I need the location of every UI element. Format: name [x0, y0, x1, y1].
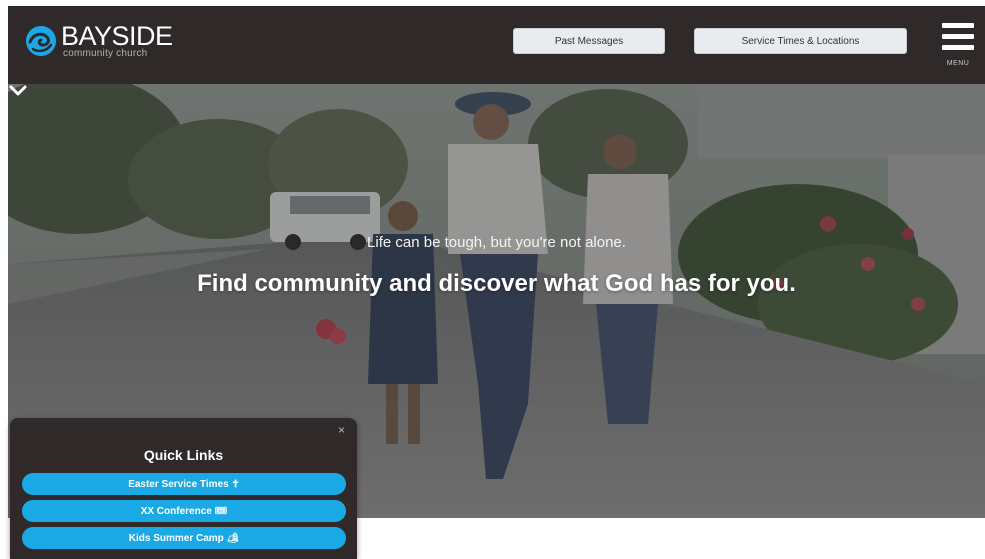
- hamburger-icon-bar: [942, 34, 974, 39]
- easter-service-times-button[interactable]: Easter Service Times ✝: [22, 473, 346, 495]
- logo-subtitle: community church: [63, 48, 148, 59]
- bayside-wave-logo-icon: [26, 26, 56, 56]
- kids-summer-camp-button[interactable]: Kids Summer Camp 🏕: [22, 527, 346, 549]
- site-header: BAYSIDE community church Past Messages S…: [8, 6, 985, 84]
- hamburger-icon: [942, 23, 974, 28]
- hamburger-icon-bar: [942, 45, 974, 50]
- close-icon[interactable]: ×: [338, 423, 345, 437]
- chevron-down-icon[interactable]: [8, 84, 28, 98]
- quick-links-title: Quick Links: [143, 447, 224, 463]
- page: BAYSIDE community church Past Messages S…: [0, 0, 985, 559]
- hero-tagline: Life can be tough, but you're not alone.: [367, 234, 626, 251]
- xx-conference-button[interactable]: XX Conference 🎟: [22, 500, 346, 522]
- logo-name: BAYSIDE: [61, 21, 173, 51]
- menu-button[interactable]: MENU: [938, 21, 976, 69]
- logo[interactable]: BAYSIDE community church: [24, 23, 173, 59]
- menu-label: MENU: [946, 60, 970, 67]
- hero-headline: Find community and discover what God has…: [197, 270, 796, 297]
- service-times-button[interactable]: Service Times & Locations: [694, 28, 907, 54]
- past-messages-button[interactable]: Past Messages: [513, 28, 665, 54]
- quick-links-panel: × Quick Links Easter Service Times ✝ XX …: [10, 418, 357, 559]
